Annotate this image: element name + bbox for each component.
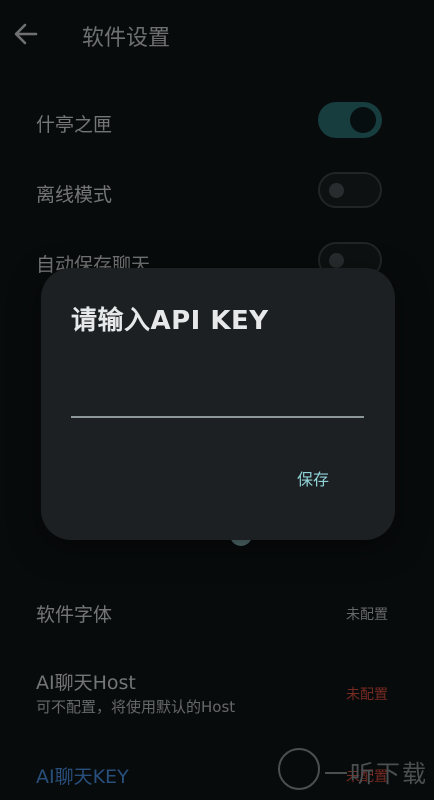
save-button[interactable]: 保存 bbox=[297, 466, 329, 490]
dialog-title: 请输入API KEY bbox=[71, 306, 269, 336]
api-key-input[interactable] bbox=[71, 368, 364, 418]
watermark-logo-icon bbox=[278, 748, 320, 790]
watermark: 一听下载 bbox=[278, 746, 428, 794]
watermark-text: 一听下载 bbox=[324, 760, 428, 788]
api-key-dialog: 请输入API KEY 保存 bbox=[41, 268, 395, 540]
